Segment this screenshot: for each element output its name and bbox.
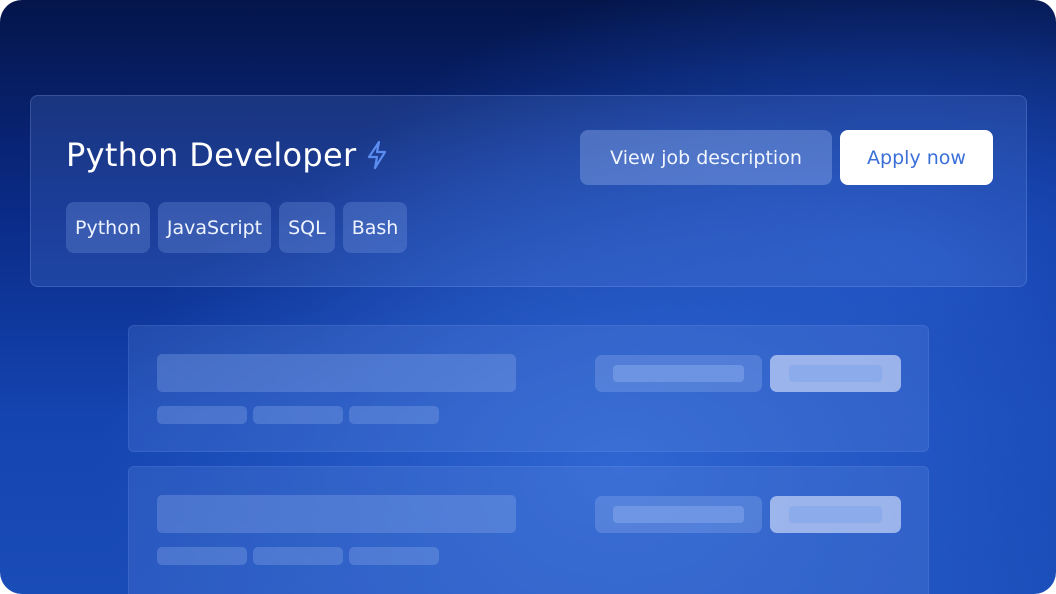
view-job-description-button[interactable]: View job description: [580, 130, 832, 185]
skill-tag: SQL: [279, 202, 335, 253]
skeleton-primary-button: [770, 355, 901, 392]
skill-tag: JavaScript: [157, 202, 272, 253]
job-listing-showcase: Python Developer Python JavaScript SQL B…: [0, 0, 1056, 594]
skeleton-tag: [157, 547, 247, 565]
skeleton-button: [595, 496, 762, 533]
skill-tag: Python: [66, 202, 150, 253]
skeleton-button: [595, 355, 762, 392]
job-title-row: Python Developer: [66, 136, 388, 174]
skeleton-title: [157, 354, 516, 392]
skeleton-tag: [349, 406, 439, 424]
skeleton-primary-button: [770, 496, 901, 533]
lightning-bolt-icon: [368, 140, 387, 170]
skill-tag: Bash: [342, 202, 408, 253]
skeleton-tag: [349, 547, 439, 565]
job-card: Python Developer Python JavaScript SQL B…: [30, 95, 1027, 287]
skeleton-title: [157, 495, 516, 533]
skeleton-job-card: [128, 325, 929, 452]
skill-tags: Python JavaScript SQL Bash: [66, 202, 408, 253]
skeleton-tag: [253, 547, 343, 565]
skeleton-job-card: [128, 466, 929, 594]
skeleton-tag: [157, 406, 247, 424]
job-title: Python Developer: [66, 136, 357, 174]
skeleton-tag: [253, 406, 343, 424]
apply-now-button[interactable]: Apply now: [840, 130, 993, 185]
